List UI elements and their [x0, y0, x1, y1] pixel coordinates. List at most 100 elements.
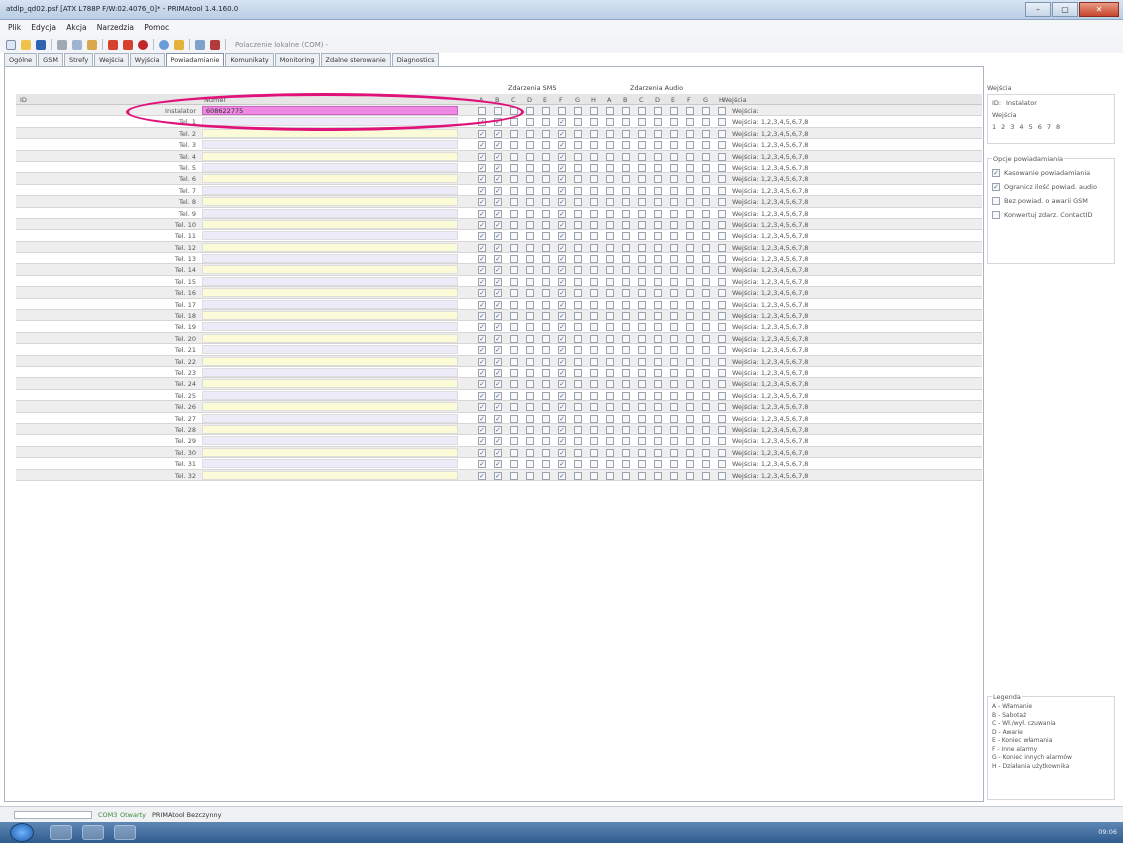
row-inputs[interactable]: Wejścia: 1,2,3,4,5,6,7,8: [732, 426, 808, 434]
sms-checkbox-e[interactable]: [542, 118, 550, 127]
sms-checkbox-c[interactable]: [510, 163, 518, 172]
tab-general[interactable]: Ogólne: [4, 53, 38, 66]
audio-checkbox-b[interactable]: [622, 448, 630, 457]
audio-checkbox-h[interactable]: [718, 129, 726, 138]
audio-checkbox-e[interactable]: [670, 266, 678, 275]
audio-checkbox-h[interactable]: [718, 175, 726, 184]
phone-number-field[interactable]: [202, 356, 458, 366]
new-file-icon[interactable]: [6, 39, 16, 50]
sms-checkbox-h[interactable]: [590, 277, 598, 286]
sms-checkbox-f[interactable]: ✓: [558, 220, 566, 229]
audio-checkbox-d[interactable]: [654, 107, 662, 115]
sms-checkbox-e[interactable]: [542, 346, 550, 355]
sms-checkbox-g[interactable]: [574, 391, 582, 400]
audio-checkbox-h[interactable]: [718, 300, 726, 309]
audio-checkbox-g[interactable]: [702, 289, 710, 298]
sms-checkbox-c[interactable]: [510, 289, 518, 298]
audio-checkbox-d[interactable]: [654, 346, 662, 355]
sms-checkbox-d[interactable]: [526, 163, 534, 172]
sms-checkbox-c[interactable]: [510, 175, 518, 184]
sms-checkbox-f[interactable]: ✓: [558, 334, 566, 343]
audio-checkbox-h[interactable]: [718, 368, 726, 377]
read-icon[interactable]: [108, 39, 118, 50]
audio-checkbox-f[interactable]: [686, 141, 694, 150]
save-icon[interactable]: [36, 39, 46, 50]
sms-checkbox-h[interactable]: [590, 118, 598, 127]
audio-checkbox-a[interactable]: [606, 186, 614, 195]
audio-checkbox-e[interactable]: [670, 141, 678, 150]
sms-checkbox-h[interactable]: [590, 300, 598, 309]
sms-checkbox-e[interactable]: [542, 391, 550, 400]
sms-checkbox-b[interactable]: ✓: [494, 357, 502, 366]
explorer-icon[interactable]: [82, 825, 104, 840]
sms-checkbox-e[interactable]: [542, 186, 550, 195]
sms-checkbox-c[interactable]: [510, 312, 518, 321]
phone-number-field[interactable]: [202, 413, 458, 423]
sms-checkbox-f[interactable]: [558, 107, 566, 115]
phone-number-field[interactable]: [202, 151, 458, 161]
sms-checkbox-b[interactable]: ✓: [494, 403, 502, 412]
phone-number-field[interactable]: [202, 299, 458, 309]
sms-checkbox-a[interactable]: ✓: [478, 471, 486, 480]
sms-checkbox-h[interactable]: [590, 414, 598, 423]
sms-checkbox-b[interactable]: ✓: [494, 289, 502, 298]
audio-checkbox-c[interactable]: [638, 323, 646, 332]
audio-checkbox-d[interactable]: [654, 471, 662, 480]
audio-checkbox-b[interactable]: [622, 129, 630, 138]
audio-checkbox-h[interactable]: [718, 357, 726, 366]
sms-checkbox-e[interactable]: [542, 403, 550, 412]
sms-checkbox-b[interactable]: ✓: [494, 163, 502, 172]
sms-checkbox-d[interactable]: [526, 357, 534, 366]
sms-checkbox-f[interactable]: ✓: [558, 403, 566, 412]
audio-checkbox-g[interactable]: [702, 163, 710, 172]
audio-checkbox-a[interactable]: [606, 380, 614, 389]
audio-checkbox-f[interactable]: [686, 255, 694, 264]
audio-checkbox-a[interactable]: [606, 425, 614, 434]
sms-checkbox-b[interactable]: ✓: [494, 391, 502, 400]
sms-checkbox-f[interactable]: ✓: [558, 414, 566, 423]
sms-checkbox-f[interactable]: ✓: [558, 346, 566, 355]
audio-checkbox-d[interactable]: [654, 437, 662, 446]
audio-checkbox-c[interactable]: [638, 186, 646, 195]
audio-checkbox-g[interactable]: [702, 425, 710, 434]
audio-checkbox-e[interactable]: [670, 186, 678, 195]
audio-checkbox-f[interactable]: [686, 357, 694, 366]
sms-checkbox-c[interactable]: [510, 129, 518, 138]
audio-checkbox-f[interactable]: [686, 243, 694, 252]
sms-checkbox-c[interactable]: [510, 425, 518, 434]
audio-checkbox-f[interactable]: [686, 448, 694, 457]
audio-checkbox-c[interactable]: [638, 163, 646, 172]
audio-checkbox-g[interactable]: [702, 403, 710, 412]
option-checkbox[interactable]: [992, 197, 1000, 205]
sms-checkbox-g[interactable]: [574, 118, 582, 127]
sms-checkbox-a[interactable]: ✓: [478, 460, 486, 469]
audio-checkbox-a[interactable]: [606, 323, 614, 332]
audio-checkbox-d[interactable]: [654, 403, 662, 412]
sms-checkbox-h[interactable]: [590, 323, 598, 332]
sms-checkbox-d[interactable]: [526, 346, 534, 355]
audio-checkbox-b[interactable]: [622, 118, 630, 127]
sms-checkbox-d[interactable]: [526, 414, 534, 423]
audio-checkbox-b[interactable]: [622, 141, 630, 150]
sms-checkbox-b[interactable]: ✓: [494, 368, 502, 377]
sms-checkbox-e[interactable]: [542, 175, 550, 184]
sms-checkbox-h[interactable]: [590, 152, 598, 161]
audio-checkbox-e[interactable]: [670, 232, 678, 241]
audio-checkbox-a[interactable]: [606, 232, 614, 241]
audio-checkbox-e[interactable]: [670, 346, 678, 355]
sms-checkbox-f[interactable]: ✓: [558, 289, 566, 298]
sms-checkbox-h[interactable]: [590, 243, 598, 252]
sms-checkbox-c[interactable]: [510, 323, 518, 332]
sms-checkbox-b[interactable]: ✓: [494, 471, 502, 480]
sms-checkbox-f[interactable]: ✓: [558, 437, 566, 446]
sms-checkbox-h[interactable]: [590, 141, 598, 150]
sms-checkbox-b[interactable]: ✓: [494, 243, 502, 252]
sms-checkbox-b[interactable]: ✓: [494, 186, 502, 195]
sms-checkbox-f[interactable]: ✓: [558, 243, 566, 252]
row-inputs[interactable]: Wejścia: 1,2,3,4,5,6,7,8: [732, 335, 808, 343]
sms-checkbox-b[interactable]: ✓: [494, 448, 502, 457]
audio-checkbox-a[interactable]: [606, 312, 614, 321]
audio-checkbox-e[interactable]: [670, 334, 678, 343]
audio-checkbox-d[interactable]: [654, 391, 662, 400]
sms-checkbox-h[interactable]: [590, 471, 598, 480]
